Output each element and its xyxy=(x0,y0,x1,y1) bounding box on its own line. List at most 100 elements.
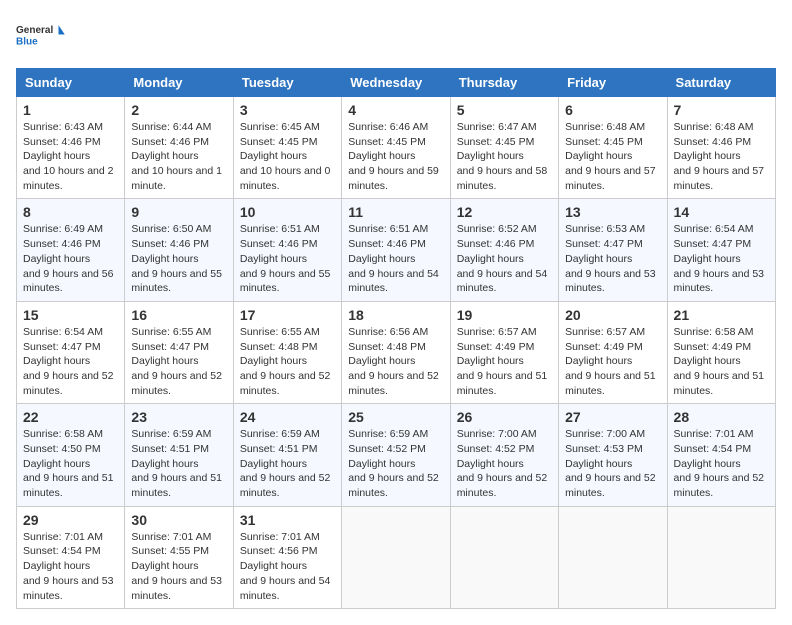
day-number: 4 xyxy=(348,102,443,118)
day-info: Sunrise: 6:50 AMSunset: 4:46 PMDaylight … xyxy=(131,223,222,294)
day-number: 13 xyxy=(565,204,660,220)
day-info: Sunrise: 6:47 AMSunset: 4:45 PMDaylight … xyxy=(457,121,548,192)
calendar-day-cell: 9 Sunrise: 6:50 AMSunset: 4:46 PMDayligh… xyxy=(125,199,233,301)
calendar-day-cell: 13 Sunrise: 6:53 AMSunset: 4:47 PMDaylig… xyxy=(559,199,667,301)
day-info: Sunrise: 6:52 AMSunset: 4:46 PMDaylight … xyxy=(457,223,548,294)
weekday-header: Monday xyxy=(125,69,233,97)
calendar-day-cell: 12 Sunrise: 6:52 AMSunset: 4:46 PMDaylig… xyxy=(450,199,558,301)
day-info: Sunrise: 6:51 AMSunset: 4:46 PMDaylight … xyxy=(348,223,439,294)
calendar-day-cell xyxy=(667,506,775,608)
logo: General Blue xyxy=(16,16,66,56)
day-info: Sunrise: 7:00 AMSunset: 4:52 PMDaylight … xyxy=(457,428,548,499)
calendar-week-row: 29 Sunrise: 7:01 AMSunset: 4:54 PMDaylig… xyxy=(17,506,776,608)
day-info: Sunrise: 6:54 AMSunset: 4:47 PMDaylight … xyxy=(23,326,114,397)
day-number: 30 xyxy=(131,512,226,528)
day-info: Sunrise: 6:57 AMSunset: 4:49 PMDaylight … xyxy=(565,326,656,397)
day-number: 26 xyxy=(457,409,552,425)
day-info: Sunrise: 6:59 AMSunset: 4:52 PMDaylight … xyxy=(348,428,439,499)
day-info: Sunrise: 6:55 AMSunset: 4:48 PMDaylight … xyxy=(240,326,331,397)
day-number: 25 xyxy=(348,409,443,425)
day-info: Sunrise: 6:48 AMSunset: 4:46 PMDaylight … xyxy=(674,121,765,192)
weekday-header: Thursday xyxy=(450,69,558,97)
calendar-day-cell xyxy=(559,506,667,608)
day-info: Sunrise: 7:00 AMSunset: 4:53 PMDaylight … xyxy=(565,428,656,499)
day-info: Sunrise: 6:53 AMSunset: 4:47 PMDaylight … xyxy=(565,223,656,294)
calendar-day-cell: 10 Sunrise: 6:51 AMSunset: 4:46 PMDaylig… xyxy=(233,199,341,301)
day-number: 1 xyxy=(23,102,118,118)
calendar-table: SundayMondayTuesdayWednesdayThursdayFrid… xyxy=(16,68,776,609)
day-number: 5 xyxy=(457,102,552,118)
calendar-day-cell: 4 Sunrise: 6:46 AMSunset: 4:45 PMDayligh… xyxy=(342,97,450,199)
day-number: 24 xyxy=(240,409,335,425)
day-number: 11 xyxy=(348,204,443,220)
calendar-day-cell: 6 Sunrise: 6:48 AMSunset: 4:45 PMDayligh… xyxy=(559,97,667,199)
header: General Blue xyxy=(16,16,776,56)
weekday-header: Sunday xyxy=(17,69,125,97)
day-info: Sunrise: 6:49 AMSunset: 4:46 PMDaylight … xyxy=(23,223,114,294)
day-number: 14 xyxy=(674,204,769,220)
day-number: 29 xyxy=(23,512,118,528)
day-number: 28 xyxy=(674,409,769,425)
day-number: 16 xyxy=(131,307,226,323)
calendar-day-cell: 22 Sunrise: 6:58 AMSunset: 4:50 PMDaylig… xyxy=(17,404,125,506)
calendar-day-cell: 8 Sunrise: 6:49 AMSunset: 4:46 PMDayligh… xyxy=(17,199,125,301)
day-number: 18 xyxy=(348,307,443,323)
day-number: 3 xyxy=(240,102,335,118)
day-info: Sunrise: 7:01 AMSunset: 4:54 PMDaylight … xyxy=(674,428,765,499)
calendar-week-row: 22 Sunrise: 6:58 AMSunset: 4:50 PMDaylig… xyxy=(17,404,776,506)
calendar-day-cell: 30 Sunrise: 7:01 AMSunset: 4:55 PMDaylig… xyxy=(125,506,233,608)
svg-text:General: General xyxy=(16,25,53,36)
calendar-day-cell: 16 Sunrise: 6:55 AMSunset: 4:47 PMDaylig… xyxy=(125,301,233,403)
calendar-day-cell: 15 Sunrise: 6:54 AMSunset: 4:47 PMDaylig… xyxy=(17,301,125,403)
day-info: Sunrise: 6:51 AMSunset: 4:46 PMDaylight … xyxy=(240,223,331,294)
day-info: Sunrise: 6:59 AMSunset: 4:51 PMDaylight … xyxy=(240,428,331,499)
day-info: Sunrise: 6:45 AMSunset: 4:45 PMDaylight … xyxy=(240,121,331,192)
calendar-day-cell: 21 Sunrise: 6:58 AMSunset: 4:49 PMDaylig… xyxy=(667,301,775,403)
calendar-day-cell: 29 Sunrise: 7:01 AMSunset: 4:54 PMDaylig… xyxy=(17,506,125,608)
day-number: 31 xyxy=(240,512,335,528)
day-number: 21 xyxy=(674,307,769,323)
day-number: 17 xyxy=(240,307,335,323)
day-info: Sunrise: 6:58 AMSunset: 4:49 PMDaylight … xyxy=(674,326,765,397)
calendar-day-cell: 23 Sunrise: 6:59 AMSunset: 4:51 PMDaylig… xyxy=(125,404,233,506)
logo-svg: General Blue xyxy=(16,16,66,56)
svg-text:Blue: Blue xyxy=(16,36,38,47)
calendar-day-cell: 14 Sunrise: 6:54 AMSunset: 4:47 PMDaylig… xyxy=(667,199,775,301)
day-number: 6 xyxy=(565,102,660,118)
day-info: Sunrise: 6:58 AMSunset: 4:50 PMDaylight … xyxy=(23,428,114,499)
day-number: 23 xyxy=(131,409,226,425)
day-number: 8 xyxy=(23,204,118,220)
calendar-day-cell: 3 Sunrise: 6:45 AMSunset: 4:45 PMDayligh… xyxy=(233,97,341,199)
day-number: 7 xyxy=(674,102,769,118)
calendar-week-row: 1 Sunrise: 6:43 AMSunset: 4:46 PMDayligh… xyxy=(17,97,776,199)
day-info: Sunrise: 6:59 AMSunset: 4:51 PMDaylight … xyxy=(131,428,222,499)
day-info: Sunrise: 6:56 AMSunset: 4:48 PMDaylight … xyxy=(348,326,439,397)
calendar-day-cell: 31 Sunrise: 7:01 AMSunset: 4:56 PMDaylig… xyxy=(233,506,341,608)
day-info: Sunrise: 7:01 AMSunset: 4:55 PMDaylight … xyxy=(131,531,222,602)
calendar-day-cell: 5 Sunrise: 6:47 AMSunset: 4:45 PMDayligh… xyxy=(450,97,558,199)
day-info: Sunrise: 7:01 AMSunset: 4:56 PMDaylight … xyxy=(240,531,331,602)
calendar-day-cell xyxy=(450,506,558,608)
calendar-day-cell: 7 Sunrise: 6:48 AMSunset: 4:46 PMDayligh… xyxy=(667,97,775,199)
day-number: 15 xyxy=(23,307,118,323)
day-number: 12 xyxy=(457,204,552,220)
calendar-day-cell xyxy=(342,506,450,608)
day-info: Sunrise: 6:46 AMSunset: 4:45 PMDaylight … xyxy=(348,121,439,192)
calendar-day-cell: 1 Sunrise: 6:43 AMSunset: 4:46 PMDayligh… xyxy=(17,97,125,199)
calendar-day-cell: 27 Sunrise: 7:00 AMSunset: 4:53 PMDaylig… xyxy=(559,404,667,506)
day-number: 20 xyxy=(565,307,660,323)
calendar-day-cell: 17 Sunrise: 6:55 AMSunset: 4:48 PMDaylig… xyxy=(233,301,341,403)
calendar-day-cell: 25 Sunrise: 6:59 AMSunset: 4:52 PMDaylig… xyxy=(342,404,450,506)
day-info: Sunrise: 6:54 AMSunset: 4:47 PMDaylight … xyxy=(674,223,765,294)
calendar-day-cell: 19 Sunrise: 6:57 AMSunset: 4:49 PMDaylig… xyxy=(450,301,558,403)
calendar-week-row: 15 Sunrise: 6:54 AMSunset: 4:47 PMDaylig… xyxy=(17,301,776,403)
day-number: 27 xyxy=(565,409,660,425)
calendar-day-cell: 18 Sunrise: 6:56 AMSunset: 4:48 PMDaylig… xyxy=(342,301,450,403)
calendar-day-cell: 11 Sunrise: 6:51 AMSunset: 4:46 PMDaylig… xyxy=(342,199,450,301)
day-number: 19 xyxy=(457,307,552,323)
calendar-day-cell: 26 Sunrise: 7:00 AMSunset: 4:52 PMDaylig… xyxy=(450,404,558,506)
calendar-day-cell: 28 Sunrise: 7:01 AMSunset: 4:54 PMDaylig… xyxy=(667,404,775,506)
day-info: Sunrise: 6:48 AMSunset: 4:45 PMDaylight … xyxy=(565,121,656,192)
calendar-day-cell: 24 Sunrise: 6:59 AMSunset: 4:51 PMDaylig… xyxy=(233,404,341,506)
day-number: 22 xyxy=(23,409,118,425)
